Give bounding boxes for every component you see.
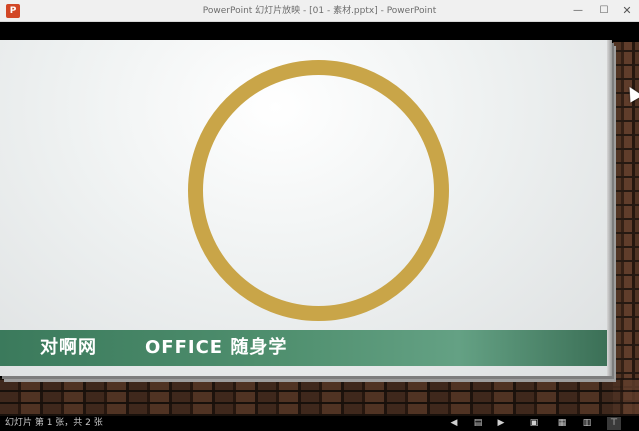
- green-banner: 对啊网 OFFICE 随身学: [0, 330, 612, 366]
- reading-view-icon[interactable]: ▥: [580, 417, 594, 430]
- slide-menu-icon[interactable]: ▤: [471, 417, 485, 430]
- status-bar: 幻灯片 第 1 张，共 2 张 ◀ ▤ ▶ ▣ ▦ ▥ ⊤: [0, 416, 639, 431]
- maximize-button[interactable]: ☐: [592, 0, 616, 22]
- slide-counter: 幻灯片 第 1 张，共 2 张: [5, 418, 103, 428]
- slide-sorter-icon[interactable]: ▦: [555, 417, 569, 430]
- brick-background-bottom: [0, 378, 639, 416]
- slide-canvas[interactable]: 对啊网 OFFICE 随身学: [0, 40, 612, 376]
- next-slide-icon[interactable]: ▶: [494, 417, 508, 430]
- previous-slide-icon[interactable]: ◀: [447, 417, 461, 430]
- slideshow-stage[interactable]: 对啊网 OFFICE 随身学: [0, 22, 639, 416]
- slideshow-view-icon[interactable]: ⊤: [607, 417, 621, 430]
- gold-ring-shape: [188, 60, 449, 321]
- window-title: PowerPoint 幻灯片放映 - [01 - 素材.pptx] - Powe…: [202, 6, 437, 16]
- close-button[interactable]: ✕: [615, 0, 639, 22]
- minimize-button[interactable]: —: [566, 0, 590, 22]
- normal-view-icon[interactable]: ▣: [527, 417, 541, 430]
- title-bar: P PowerPoint 幻灯片放映 - [01 - 素材.pptx] - Po…: [0, 0, 639, 22]
- brand-text: 对啊网: [40, 337, 97, 358]
- slogan-text: OFFICE 随身学: [145, 337, 288, 358]
